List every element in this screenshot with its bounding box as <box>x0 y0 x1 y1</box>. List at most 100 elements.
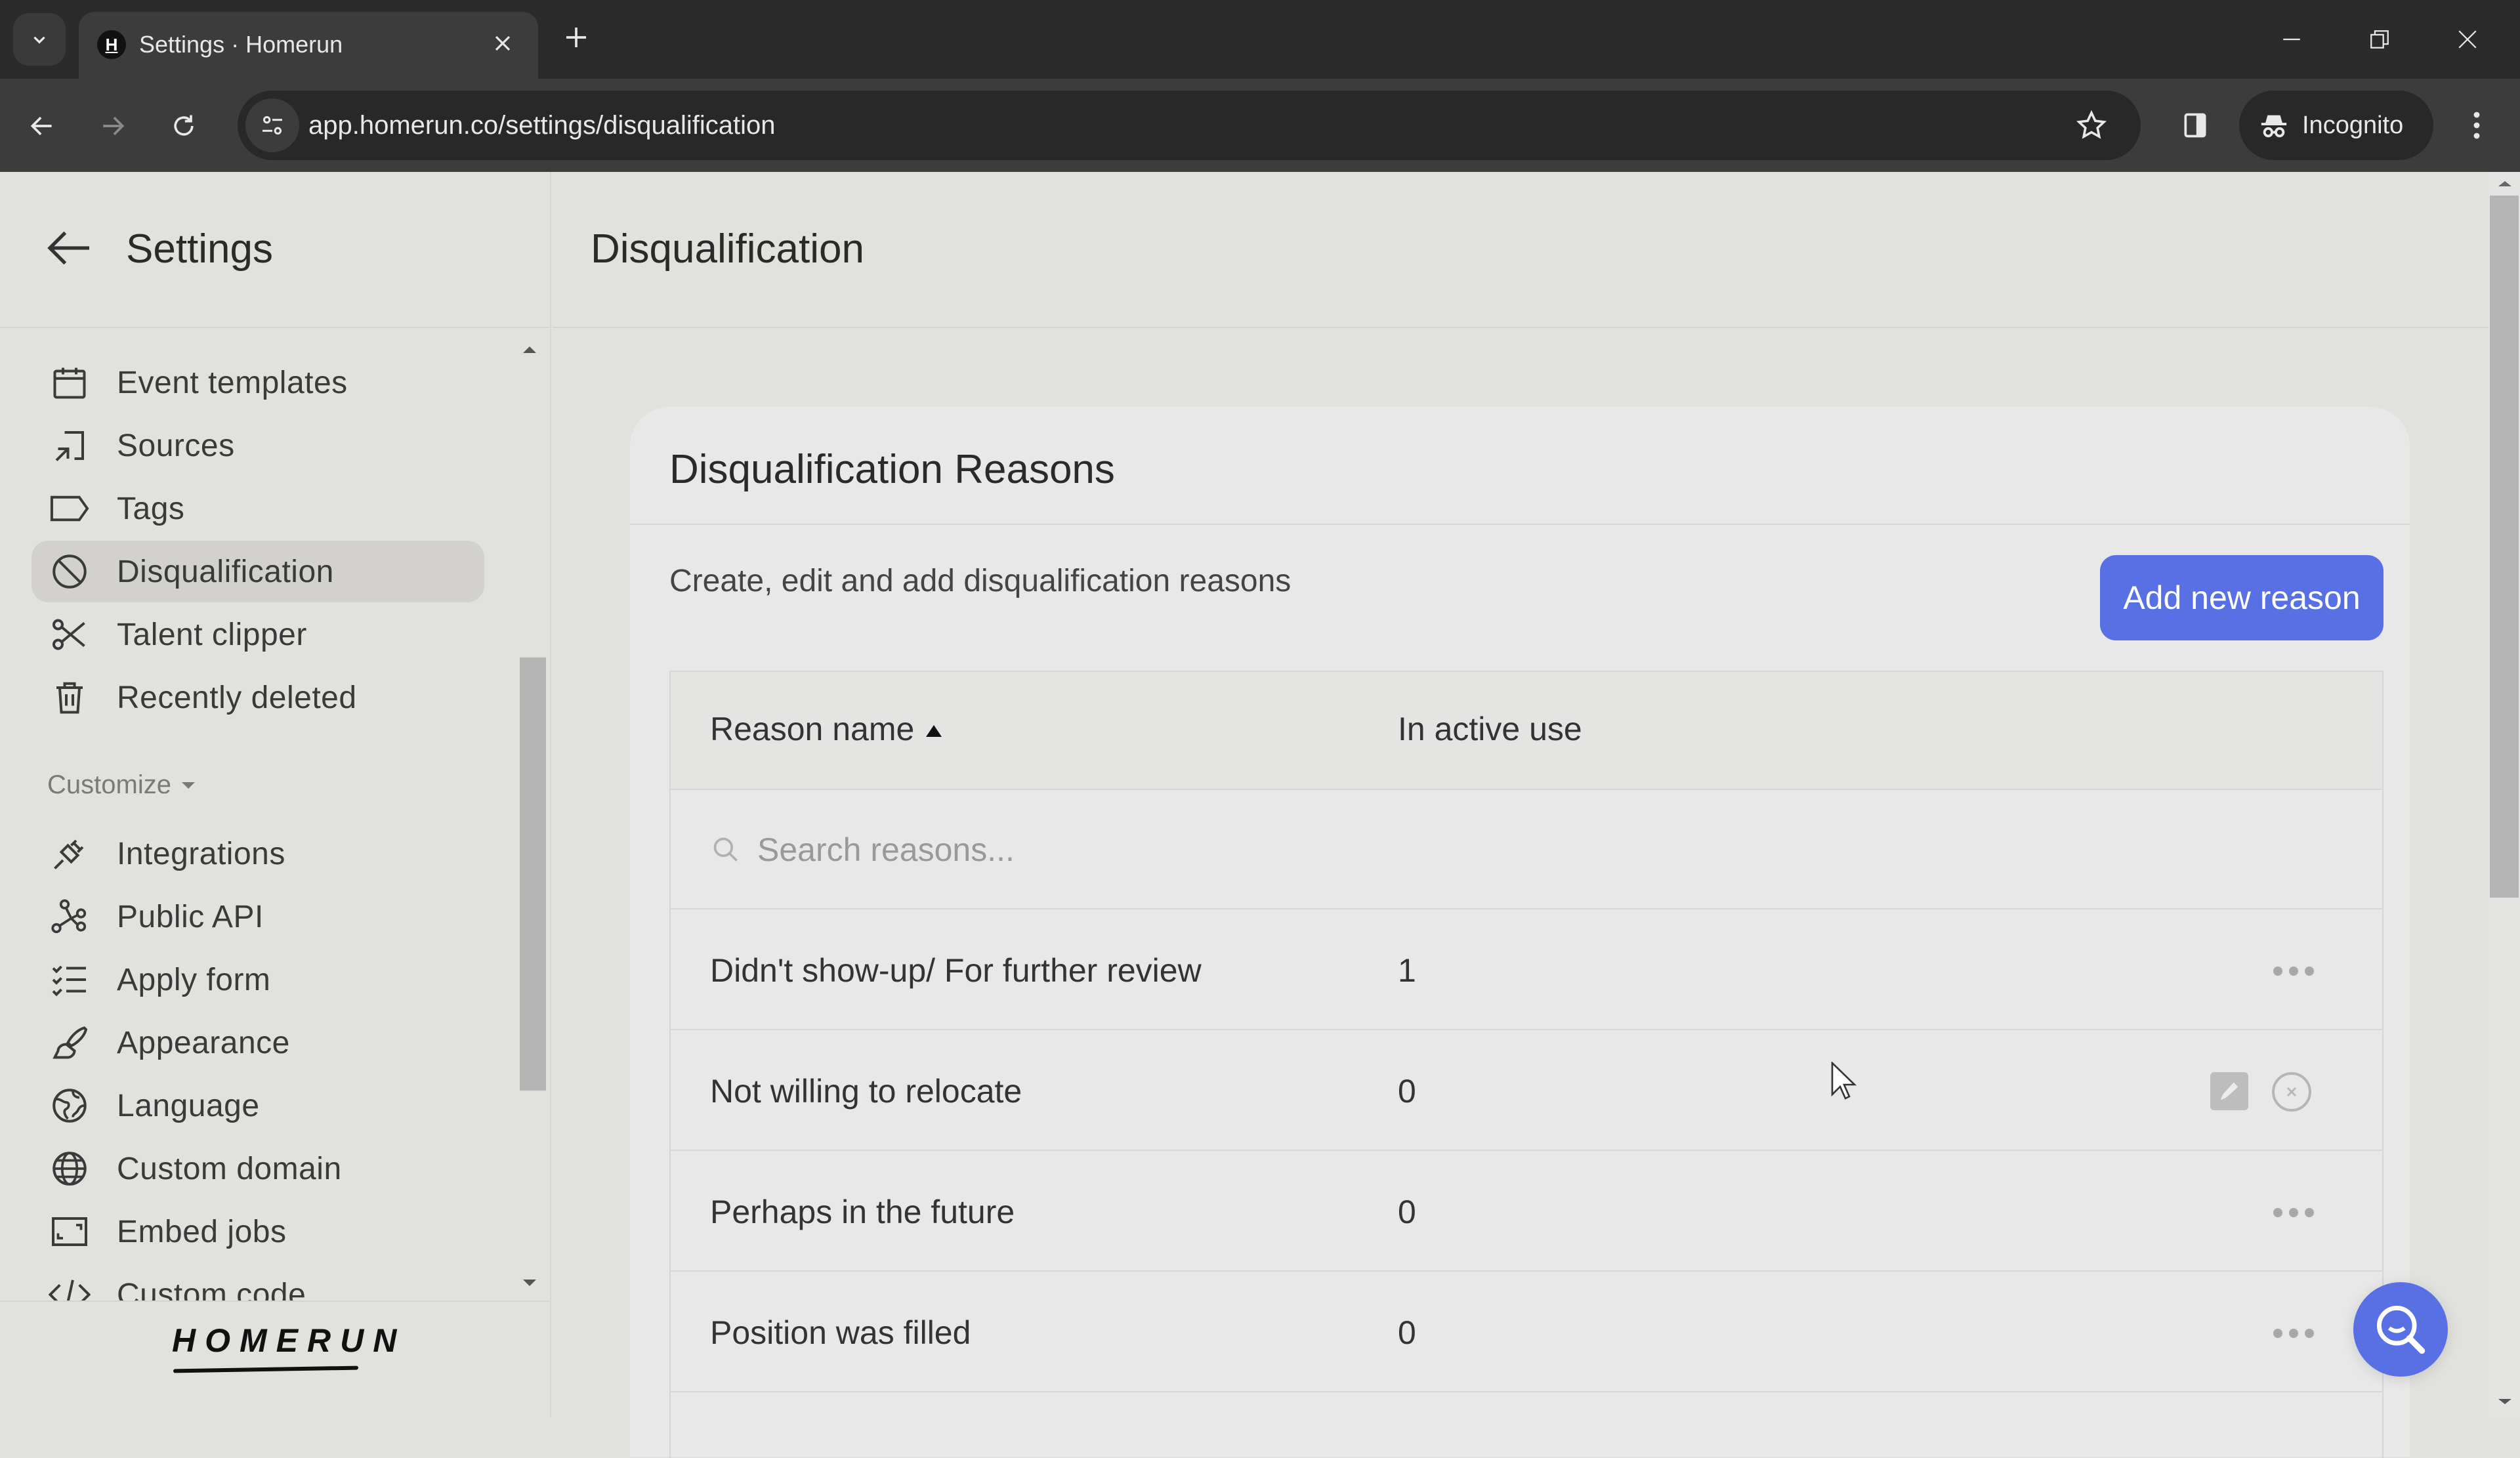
column-header-reason-name[interactable]: Reason name <box>710 710 942 748</box>
sidebar-item-label: Embed jobs <box>117 1214 287 1249</box>
more-horizontal-icon-dot <box>2289 1208 2298 1217</box>
plus-icon <box>566 28 586 47</box>
sidebar-footer: HOMERUN <box>0 1301 550 1417</box>
sidebar-item-event-templates[interactable]: Event templates <box>32 352 484 413</box>
sidebar-item-apply-form[interactable]: Apply form <box>32 949 484 1010</box>
search-reasons-input[interactable] <box>757 831 1939 869</box>
mouse-cursor-icon <box>1831 1062 1857 1100</box>
table-row[interactable]: Perhaps in the future 0 <box>671 1152 2382 1272</box>
column-header-label: Reason name <box>710 711 915 747</box>
more-horizontal-icon-dot <box>2305 1329 2314 1338</box>
scroll-up-button[interactable] <box>521 340 538 360</box>
homerun-logo: HOMERUN <box>172 1322 406 1359</box>
more-horizontal-icon-dot <box>2305 1208 2314 1217</box>
page-title: Disqualification <box>591 226 864 272</box>
globe-icon <box>49 1148 91 1190</box>
tab-title: Settings · Homerun <box>139 31 343 58</box>
back-button[interactable] <box>20 104 64 148</box>
sidebar-item-appearance[interactable]: Appearance <box>32 1012 484 1073</box>
reason-name: Perhaps in the future <box>710 1194 1015 1230</box>
source-arrow-icon <box>49 425 91 467</box>
reason-name: Not willing to relocate <box>710 1073 1022 1110</box>
section-label: Customize <box>47 770 171 799</box>
row-more-button[interactable] <box>2273 1205 2317 1220</box>
sidebar-scrollbar-thumb[interactable] <box>520 657 546 1091</box>
plug-icon <box>49 833 91 875</box>
sidebar-item-tags[interactable]: Tags <box>32 478 484 539</box>
url-text[interactable]: app.homerun.co/settings/disqualification <box>308 91 776 160</box>
scroll-down-button[interactable] <box>2496 1394 2513 1409</box>
sidebar-item-label: Appearance <box>117 1025 290 1060</box>
sidebar-item-disqualification[interactable]: Disqualification <box>32 541 484 602</box>
sidebar-item-label: Custom domain <box>117 1151 342 1186</box>
sidebar-item-custom-domain[interactable]: Custom domain <box>32 1138 484 1199</box>
reload-button[interactable] <box>161 104 206 148</box>
sidebar-item-label: Disqualification <box>117 554 334 589</box>
tab-close-button[interactable] <box>486 28 520 62</box>
sidebar-item-label: Tags <box>117 491 185 526</box>
address-bar[interactable]: app.homerun.co/settings/disqualification <box>238 91 2141 160</box>
side-panel-icon <box>2184 113 2206 138</box>
sidebar-scrollbar[interactable] <box>514 333 546 1301</box>
sidebar-item-language[interactable]: Language <box>32 1075 484 1136</box>
bookmark-button[interactable] <box>2075 109 2108 142</box>
site-info-button[interactable] <box>245 98 299 152</box>
caret-down-icon <box>523 1280 536 1286</box>
sidebar-item-talent-clipper[interactable]: Talent clipper <box>32 604 484 665</box>
table-row[interactable]: Not willing to relocate 0 <box>671 1031 2382 1151</box>
sidebar-item-embed-jobs[interactable]: Embed jobs <box>32 1201 484 1262</box>
sidebar-item-recently-deleted[interactable]: Recently deleted <box>32 667 484 728</box>
sidebar-item-label: Event templates <box>117 365 348 400</box>
browser-toolbar: app.homerun.co/settings/disqualification… <box>0 79 2520 172</box>
back-to-app-button[interactable] <box>43 222 96 274</box>
sidebar-item-integrations[interactable]: Integrations <box>32 823 484 885</box>
forward-button[interactable] <box>91 104 135 148</box>
column-header-label: In active use <box>1398 711 1582 747</box>
tab-search-button[interactable] <box>13 13 66 66</box>
earth-icon <box>49 1085 91 1127</box>
main-content: Disqualification Disqualification Reason… <box>553 172 2488 1458</box>
new-tab-button[interactable] <box>555 18 597 60</box>
column-header-in-active-use[interactable]: In active use <box>1398 710 1582 748</box>
restore-button[interactable] <box>2353 18 2406 60</box>
row-more-button[interactable] <box>2273 963 2317 979</box>
sidebar-item-label: Public API <box>117 899 264 934</box>
incognito-profile-button[interactable]: Incognito <box>2239 91 2433 160</box>
add-new-reason-button[interactable]: Add new reason <box>2100 555 2384 640</box>
customize-section-toggle[interactable]: Customize <box>47 770 196 800</box>
scroll-up-button[interactable] <box>2496 176 2513 192</box>
edit-reason-button[interactable] <box>2210 1072 2248 1110</box>
reload-icon <box>174 115 194 136</box>
incognito-icon <box>2261 115 2287 138</box>
delete-reason-button[interactable] <box>2272 1072 2311 1112</box>
sidebar-nav: Event templates Sources Tags Disqualific… <box>0 329 550 1301</box>
sidebar-item-sources[interactable]: Sources <box>32 415 484 476</box>
reason-active-count: 1 <box>1398 952 1416 989</box>
browser-tab-active[interactable]: H Settings · Homerun <box>79 12 538 79</box>
window-close-button[interactable] <box>2441 18 2494 60</box>
sidebar-item-label: Language <box>117 1088 260 1123</box>
restore-icon <box>2370 30 2389 49</box>
pencil-icon <box>2220 1082 2238 1100</box>
sidebar-item-public-api[interactable]: Public API <box>32 886 484 948</box>
table-row[interactable]: Didn't show-up/ For further review 1 <box>671 911 2382 1030</box>
table-row[interactable]: Position was filled 0 <box>671 1273 2382 1392</box>
reason-name: Didn't show-up/ For further review <box>710 952 1202 989</box>
page-scrollbar-thumb[interactable] <box>2490 196 2519 898</box>
more-vertical-icon <box>2473 112 2480 139</box>
close-icon <box>2286 1087 2297 1097</box>
scroll-down-button[interactable] <box>521 1273 538 1293</box>
help-search-button[interactable] <box>2353 1282 2448 1377</box>
calendar-icon <box>49 362 91 404</box>
embed-icon <box>49 1211 91 1253</box>
minimize-button[interactable] <box>2265 18 2318 60</box>
page-scrollbar[interactable] <box>2488 172 2520 1417</box>
sidebar-item-custom-code[interactable]: Custom code <box>32 1264 484 1301</box>
row-more-button[interactable] <box>2273 1325 2317 1341</box>
caret-down-icon <box>181 781 195 789</box>
card-description: Create, edit and add disqualification re… <box>669 564 1292 598</box>
browser-menu-button[interactable] <box>2457 102 2496 148</box>
close-icon <box>495 35 511 51</box>
side-panel-button[interactable] <box>2172 102 2218 148</box>
trash-icon <box>49 677 91 719</box>
